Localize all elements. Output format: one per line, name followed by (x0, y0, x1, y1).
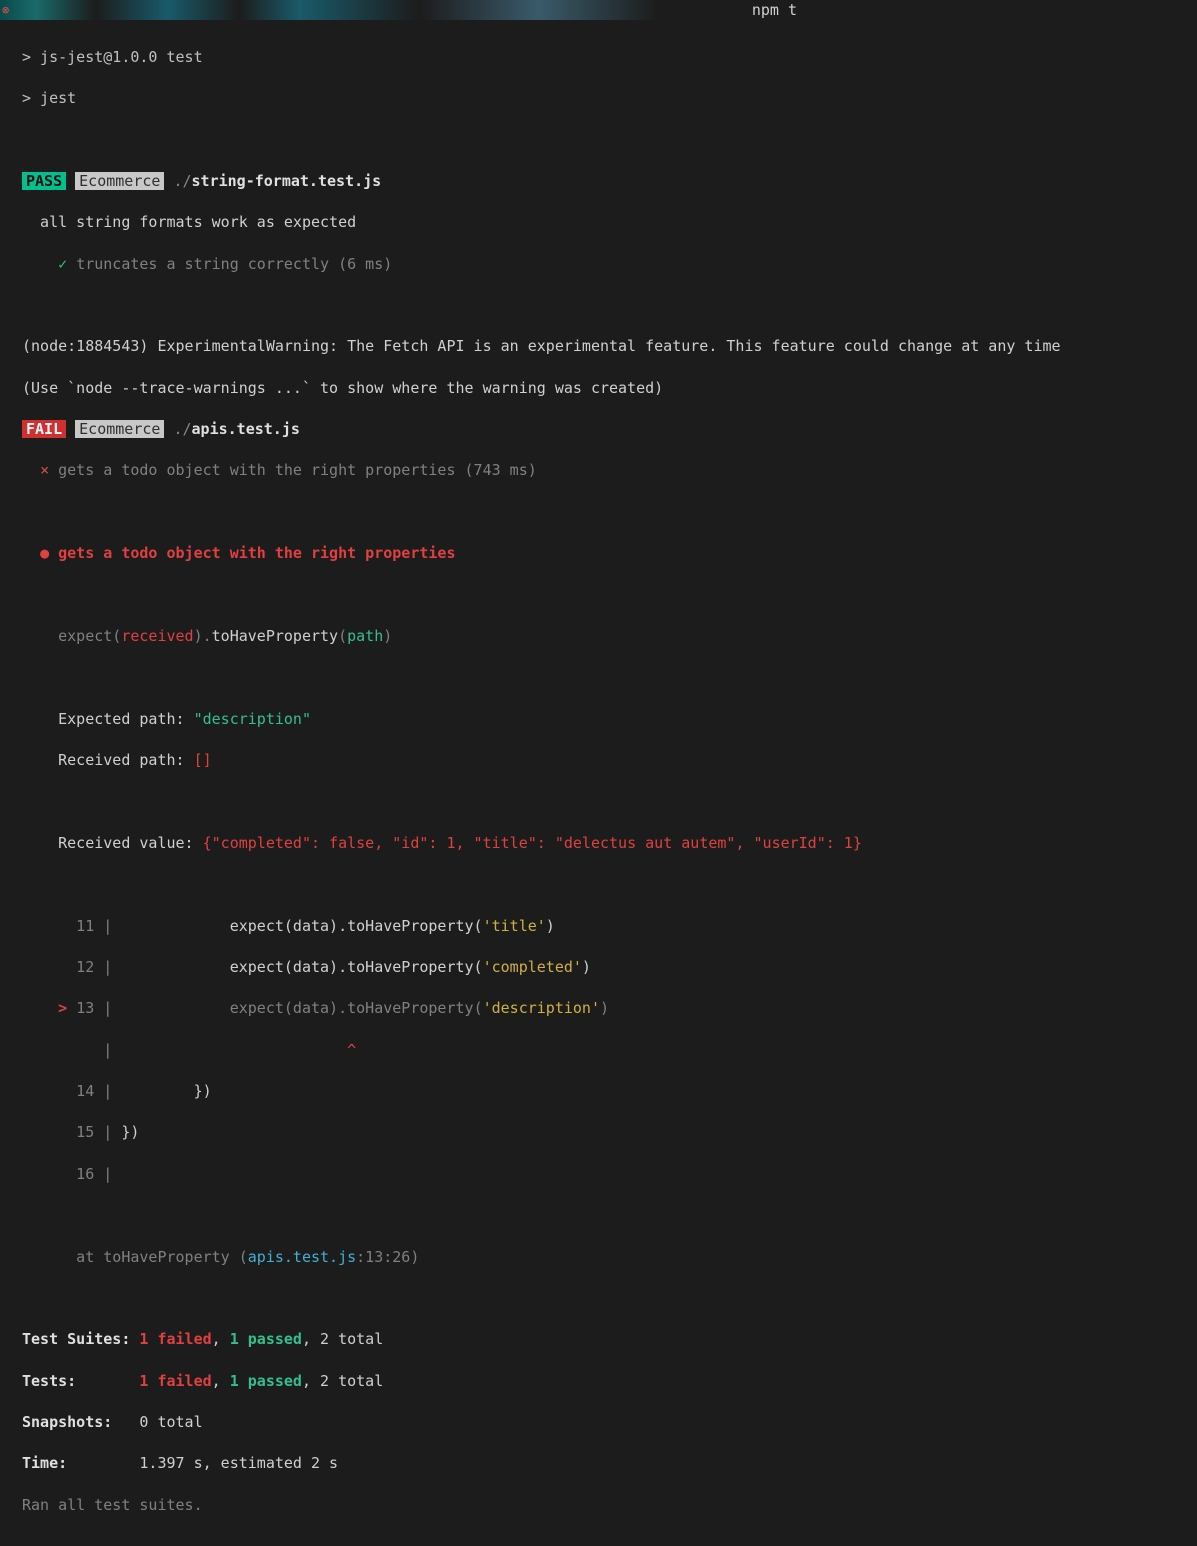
expect-expression: expect(received).toHaveProperty(path) (22, 626, 1187, 647)
expect-mid1: ). (194, 627, 212, 645)
summary-fail-count: 1 failed (139, 1330, 211, 1348)
code-frag: ( (474, 999, 483, 1017)
code-frag: }) (121, 1123, 139, 1141)
summary-label: Tests: (22, 1372, 139, 1390)
received-path-value: [] (194, 751, 212, 769)
summary-fail-count: 1 failed (139, 1372, 211, 1390)
received-value: {"completed": false, "id": 1, "title": "… (203, 834, 862, 852)
stack-trace-line: at toHaveProperty (apis.test.js:13:26) (22, 1247, 1187, 1268)
pass-suite-header: PASS Ecommerce ./string-format.test.js (22, 171, 1187, 192)
check-icon: ✓ (58, 255, 67, 273)
project-tag: Ecommerce (75, 172, 164, 190)
received-value-label: Received value: (22, 834, 203, 852)
summary-suites: Test Suites: 1 failed, 1 passed, 2 total (22, 1329, 1187, 1350)
code-line-16: 16 | (22, 1164, 1187, 1185)
passed-test-line: ✓ truncates a string correctly (6 ms) (22, 254, 1187, 275)
code-line-13: > 13 | expect(data).toHaveProperty('desc… (22, 998, 1187, 1019)
code-line-15: 15 | }) (22, 1122, 1187, 1143)
expect-mid2: ( (338, 627, 347, 645)
failed-test-title-text: gets a todo object with the right proper… (58, 544, 455, 562)
received-value-line: Received value: {"completed": false, "id… (22, 833, 1187, 854)
pass-badge: PASS (22, 172, 66, 190)
code-frag: ) (546, 917, 555, 935)
path-prefix: ./ (164, 172, 191, 190)
failed-test-line: × gets a todo object with the right prop… (22, 460, 1187, 481)
code-line-11: 11 | expect(data).toHaveProperty('title'… (22, 916, 1187, 937)
at-prefix: at toHaveProperty ( (22, 1248, 248, 1266)
string-literal: 'completed' (483, 958, 582, 976)
terminal-output[interactable]: > js-jest@1.0.0 test > jest PASS Ecommer… (0, 20, 1197, 1546)
expect-post: ) (383, 627, 392, 645)
line-number: 16 | (22, 1165, 121, 1183)
summary-pass-count: 1 passed (230, 1372, 302, 1390)
code-caret-line: | ^ (22, 1040, 1187, 1061)
code-frag: expect(data).toHaveProperty( (121, 958, 482, 976)
expect-fn: toHaveProperty (212, 627, 338, 645)
expected-path-label: Expected path: (22, 710, 194, 728)
summary-tests: Tests: 1 failed, 1 passed, 2 total (22, 1371, 1187, 1392)
caret-icon: ^ (347, 1041, 356, 1059)
code-frag: expect(data). (121, 999, 347, 1017)
line-number: 13 | (76, 999, 121, 1017)
line-number: 11 | (22, 917, 121, 935)
describe-line: all string formats work as expected (22, 212, 1187, 233)
summary-pass-count: 1 passed (230, 1330, 302, 1348)
summary-value: 1.397 s, estimated 2 s (139, 1454, 338, 1472)
code-fn: toHaveProperty (347, 999, 473, 1017)
close-icon[interactable]: ⊗ (2, 2, 14, 14)
caret-spacing: | (22, 1041, 347, 1059)
expect-received: received (121, 627, 193, 645)
line-number: 12 | (22, 958, 121, 976)
code-line-12: 12 | expect(data).toHaveProperty('comple… (22, 957, 1187, 978)
expect-path: path (347, 627, 383, 645)
line-number: 14 | (22, 1082, 121, 1100)
npm-run-line-2: > jest (22, 89, 76, 107)
summary-value: 0 total (139, 1413, 202, 1431)
terminal-command: npm t (752, 0, 797, 21)
code-frag: ) (582, 958, 591, 976)
fail-badge: FAIL (22, 420, 66, 438)
summary-time: Time: 1.397 s, estimated 2 s (22, 1453, 1187, 1474)
failed-test-title: ● gets a todo object with the right prop… (22, 543, 1187, 564)
expect-pre: expect( (22, 627, 121, 645)
sep: , (212, 1372, 230, 1390)
failed-test-name: gets a todo object with the right proper… (58, 461, 537, 479)
summary-total: , 2 total (302, 1372, 383, 1390)
ran-all-suites: Ran all test suites. (22, 1495, 1187, 1516)
string-literal: 'title' (483, 917, 546, 935)
summary-label: Time: (22, 1454, 139, 1472)
code-frag: }) (121, 1082, 211, 1100)
summary-snapshots: Snapshots: 0 total (22, 1412, 1187, 1433)
code-frag: ) (600, 999, 609, 1017)
cross-icon: × (40, 461, 49, 479)
received-path-label: Received path: (22, 751, 194, 769)
fail-suite-header: FAIL Ecommerce ./apis.test.js (22, 419, 1187, 440)
string-literal: 'description' (483, 999, 600, 1017)
sep: , (212, 1330, 230, 1348)
test-file-path: apis.test.js (192, 420, 300, 438)
passed-test-name: truncates a string correctly (6 ms) (76, 255, 392, 273)
node-warning-2: (Use `node --trace-warnings ...` to show… (22, 378, 1187, 399)
npm-run-line-1: > js-jest@1.0.0 test (22, 48, 203, 66)
summary-total: , 2 total (302, 1330, 383, 1348)
path-prefix: ./ (164, 420, 191, 438)
project-tag: Ecommerce (75, 420, 164, 438)
code-frag: expect(data).toHaveProperty( (121, 917, 482, 935)
at-post: :13:26) (356, 1248, 419, 1266)
bullet-icon: ● (40, 544, 49, 562)
window-titlebar: ⊗ npm t (0, 0, 1197, 20)
summary-label: Test Suites: (22, 1330, 139, 1348)
node-warning-1: (node:1884543) ExperimentalWarning: The … (22, 336, 1187, 357)
test-file-path: string-format.test.js (192, 172, 382, 190)
received-path-line: Received path: [] (22, 750, 1187, 771)
code-line-14: 14 | }) (22, 1081, 1187, 1102)
at-file: apis.test.js (248, 1248, 356, 1266)
pointer-icon: > (22, 999, 76, 1017)
summary-label: Snapshots: (22, 1413, 139, 1431)
expected-path-value: "description" (194, 710, 311, 728)
line-number: 15 | (22, 1123, 121, 1141)
expected-path-line: Expected path: "description" (22, 709, 1187, 730)
